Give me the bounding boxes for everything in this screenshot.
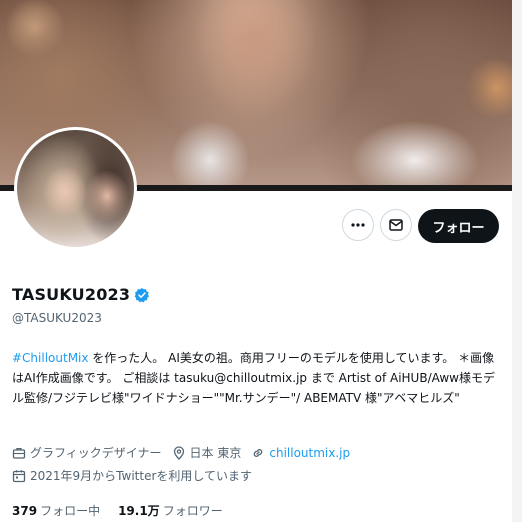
profile-meta: グラフィックデザイナー 日本 東京 chilloutmix.jp [12,444,360,461]
category-text: グラフィックデザイナー [30,446,162,460]
mail-icon [389,219,403,231]
joined-row: 2021年9月からTwitterを利用しています [12,467,252,484]
calendar-icon [12,469,26,482]
hashtag-link[interactable]: #ChilloutMix [12,351,88,365]
following-link[interactable]: 379 フォロー中 [12,502,100,519]
avatar[interactable] [14,127,137,250]
following-label: フォロー中 [40,504,101,518]
user-handle: @TASUKU2023 [12,311,102,325]
more-button[interactable] [342,209,374,241]
profile-stats: 379 フォロー中 19.1万 フォロワー [12,502,241,519]
display-name: TASUKU2023 [12,285,131,304]
briefcase-icon [12,447,26,459]
location-pin-icon [173,445,184,460]
follow-button[interactable]: フォロー [418,209,499,243]
profile-name-row: TASUKU2023 [12,285,150,304]
joined-text: 2021年9月からTwitterを利用しています [30,469,253,483]
category-item: グラフィックデザイナー [12,444,162,461]
followers-label: フォロワー [162,504,223,518]
message-button[interactable] [380,209,412,241]
verified-badge-icon[interactable] [134,287,150,303]
location-item: 日本 東京 [172,444,242,461]
profile-bio: #ChilloutMix を作った人。 AI美女の祖。商用フリーのモデルを使用し… [12,348,500,408]
banner-detail [170,120,250,191]
more-icon [351,223,365,227]
location-text: 日本 東京 [189,446,242,460]
scrollbar[interactable] [512,0,522,522]
link-icon [254,448,263,457]
banner-detail [350,120,480,191]
followers-count: 19.1万 [118,504,160,518]
website-link[interactable]: chilloutmix.jp [269,446,350,460]
website-item[interactable]: chilloutmix.jp [251,446,350,460]
following-count: 379 [12,504,38,518]
followers-link[interactable]: 19.1万 フォロワー [118,502,223,519]
